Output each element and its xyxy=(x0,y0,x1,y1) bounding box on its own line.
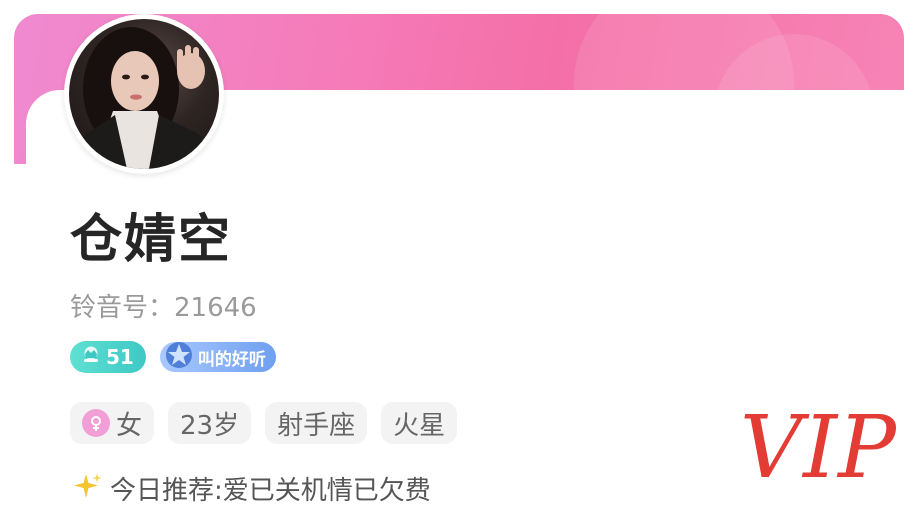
sparkle-icon xyxy=(74,472,102,510)
tag-age-label: 23岁 xyxy=(180,410,240,441)
profile-screen: 仓婧空 铃音号：21646 51 叫的好听 女 23岁 射手座 火星 今日推荐:… xyxy=(0,0,918,517)
ringtone-id[interactable]: 铃音号：21646 xyxy=(70,290,257,326)
vip-watermark: VIP xyxy=(740,398,897,498)
ringtone-id-label: 铃音号： xyxy=(70,293,175,323)
level-value: 51 xyxy=(106,345,134,369)
badge-row: 51 叫的好听 xyxy=(70,340,276,374)
tag-gender: 女 xyxy=(70,402,155,444)
tag-planet: 火星 xyxy=(381,402,458,444)
voice-badge[interactable]: 叫的好听 xyxy=(159,340,276,375)
profile-tags: 女 23岁 射手座 火星 xyxy=(70,402,458,444)
tag-zodiac-label: 射手座 xyxy=(277,410,356,441)
profile-name: 仓婧空 xyxy=(70,210,233,270)
star-badge-icon xyxy=(164,340,194,375)
avatar-image xyxy=(69,27,219,169)
voice-badge-label: 叫的好听 xyxy=(197,349,266,370)
ringtone-id-value: 21646 xyxy=(174,293,257,323)
avatar-frame[interactable] xyxy=(64,14,224,174)
crown-icon xyxy=(80,345,102,369)
tag-gender-label: 女 xyxy=(116,410,143,441)
level-badge[interactable]: 51 xyxy=(70,341,146,373)
tag-planet-label: 火星 xyxy=(393,410,446,441)
tag-age: 23岁 xyxy=(168,402,252,444)
avatar[interactable] xyxy=(69,19,219,169)
female-icon xyxy=(82,409,110,437)
daily-recommendation[interactable]: 今日推荐:爱已关机情已欠费 xyxy=(74,472,431,510)
daily-recommendation-text: 今日推荐:爱已关机情已欠费 xyxy=(110,476,431,506)
tag-zodiac: 射手座 xyxy=(265,402,368,444)
